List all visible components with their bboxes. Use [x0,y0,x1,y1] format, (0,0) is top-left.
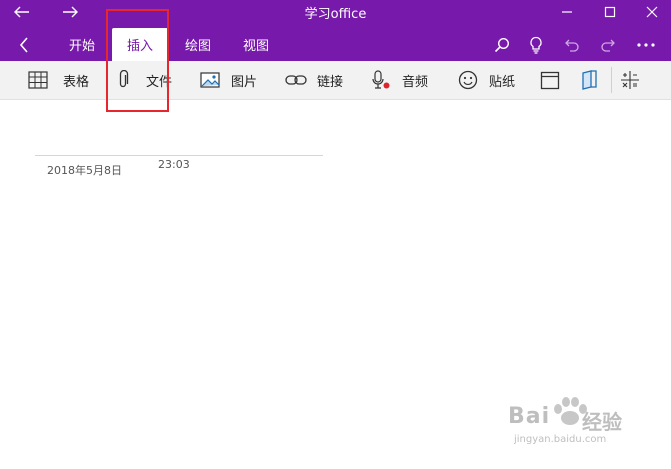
insert-table-button[interactable]: 表格 [27,61,89,99]
insert-table-label: 表格 [63,74,90,90]
insert-file-button[interactable]: 文件 [112,61,172,99]
equation-icon [619,69,641,91]
picture-icon [199,69,221,91]
insert-link-label: 链接 [317,74,344,90]
watermark-brand: Bai [508,404,551,429]
watermark-url: jingyan.baidu.com [514,434,607,445]
calendar-icon [539,69,561,91]
tab-insert[interactable]: 插入 [112,28,168,61]
page-time: 23:03 [158,158,190,171]
insert-notebook-button[interactable] [578,61,600,99]
link-icon [285,69,307,91]
more-icon[interactable] [630,28,662,61]
minimize-icon[interactable] [552,0,582,24]
page-date: 2018年5月8日 [47,164,122,177]
baidu-watermark: Bai 经验 jingyan.baidu.com [508,394,638,456]
redo-icon[interactable] [592,28,624,61]
insert-sticker-button[interactable]: 贴纸 [457,61,515,99]
close-icon[interactable] [637,0,667,24]
lightbulb-icon[interactable] [520,28,552,61]
notebook-icon [578,69,600,91]
insert-picture-button[interactable]: 图片 [199,61,257,99]
page-title-rule [35,155,323,156]
insert-sticker-label: 贴纸 [489,74,516,90]
tab-home[interactable]: 开始 [56,28,108,61]
watermark-brand-cn: 经验 [582,410,622,434]
insert-equation-button[interactable] [619,61,641,99]
ribbon-tabs: 开始 插入 绘图 视图 [0,24,671,61]
title-bar: 学习office [0,0,671,24]
insert-link-button[interactable]: 链接 [285,61,343,99]
insert-date-button[interactable] [539,61,561,99]
toolbar-separator [611,67,612,93]
microphone-icon [370,69,392,91]
onenote-window: 学习office 开始 插入 绘图 视图 表格 文件 图片 链接 音频 贴纸 2… [0,0,671,469]
insert-picture-label: 图片 [231,74,258,90]
table-icon [27,69,49,91]
chevron-left-icon[interactable] [8,28,40,61]
insert-toolbar: 表格 文件 图片 链接 音频 贴纸 [0,61,671,100]
insert-audio-button[interactable]: 音频 [370,61,428,99]
insert-file-label: 文件 [146,74,173,90]
insert-audio-label: 音频 [402,74,429,90]
sticker-icon [457,69,479,91]
tab-view[interactable]: 视图 [230,28,282,61]
undo-icon[interactable] [556,28,588,61]
paperclip-icon [112,69,134,91]
search-icon[interactable] [486,28,518,61]
tab-draw[interactable]: 绘图 [172,28,224,61]
maximize-icon[interactable] [595,0,625,24]
